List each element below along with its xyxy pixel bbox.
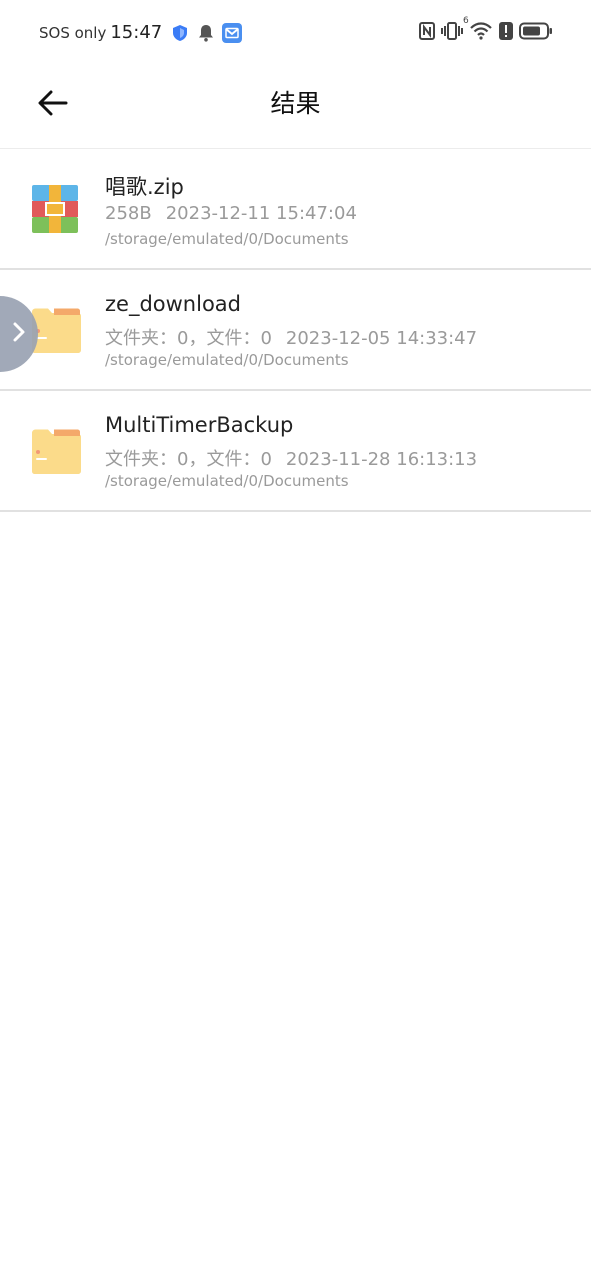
file-path: /storage/emulated/0/Documents [105, 472, 349, 490]
list-item[interactable]: ze_download 文件夹：0，文件：0 2023-12-05 14:33:4… [0, 270, 591, 391]
folder-counts: 文件夹：0，文件：0 [105, 328, 272, 349]
file-date: 2023-12-11 15:47:04 [165, 203, 357, 224]
battery-icon [519, 22, 553, 44]
file-name: ze_download [105, 292, 241, 316]
list-item[interactable]: 唱歌.zip 258B 2023-12-11 15:47:04 /storage/… [0, 149, 591, 270]
mail-app-icon [222, 22, 243, 43]
file-meta: 文件夹：0，文件：0 2023-11-28 16:13:13 [105, 445, 477, 471]
carrier-label: SOS only [39, 23, 107, 42]
file-meta: 258B 2023-12-11 15:47:04 [105, 203, 357, 224]
vibrate-icon [441, 22, 463, 44]
file-path: /storage/emulated/0/Documents [105, 351, 349, 369]
file-meta: 文件夹：0，文件：0 2023-12-05 14:33:47 [105, 324, 477, 350]
file-path: /storage/emulated/0/Documents [105, 230, 349, 248]
status-bar: SOS only 15:47 6 [0, 0, 591, 66]
title-bar: 结果 [0, 66, 591, 148]
file-size: 258B [105, 203, 152, 224]
file-date: 2023-11-28 16:13:13 [285, 449, 478, 470]
zip-archive-icon [30, 185, 82, 233]
clock: 15:47 [110, 22, 163, 43]
page-title: 结果 [270, 89, 321, 118]
nfc-icon [419, 22, 435, 44]
shield-icon [170, 23, 190, 43]
chevron-right-icon [12, 321, 26, 347]
status-left: SOS only 15:47 [39, 22, 248, 43]
folder-counts: 文件夹：0，文件：0 [105, 449, 272, 470]
wifi-badge: 6 [463, 16, 469, 26]
status-right: 6 [419, 16, 553, 44]
list-item[interactable]: MultiTimerBackup 文件夹：0，文件：0 2023-11-28 16… [0, 391, 591, 512]
file-list: 唱歌.zip 258B 2023-12-11 15:47:04 /storage/… [0, 149, 591, 512]
file-date: 2023-12-05 14:33:47 [285, 328, 478, 349]
alert-icon [499, 22, 513, 44]
bell-icon [196, 23, 216, 43]
file-name: MultiTimerBackup [105, 413, 294, 437]
file-name: 唱歌.zip [105, 175, 184, 199]
wifi-icon: 6 [463, 16, 493, 44]
folder-icon [30, 427, 82, 475]
